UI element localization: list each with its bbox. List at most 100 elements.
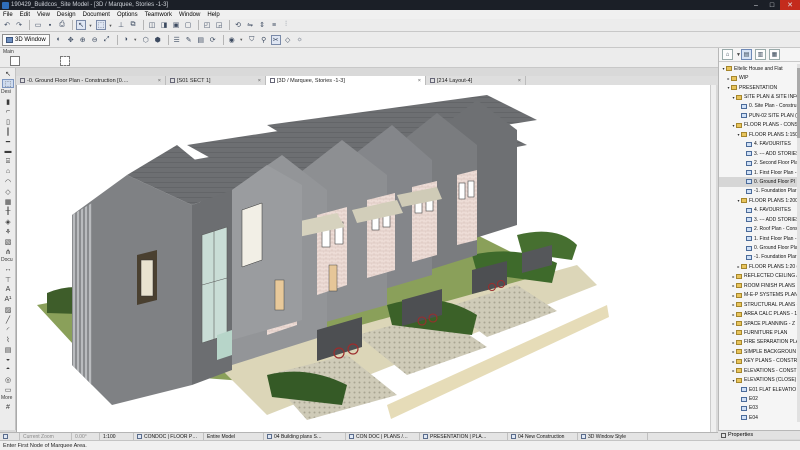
bring-forward-icon[interactable]: ◰ [202, 20, 212, 30]
document-tab[interactable]: [S01 SECT 1] × [166, 76, 266, 85]
marquee-icon[interactable]: ⬚ [96, 20, 106, 30]
camera-icon[interactable]: ◉ [227, 35, 237, 45]
tree-item[interactable]: ▾ ELEVATIONS (CLOSE) [719, 375, 798, 384]
slab-icon[interactable]: ▬ [2, 147, 14, 156]
open-icon[interactable]: ▭ [33, 20, 43, 30]
maximize-button[interactable]: □ [764, 0, 780, 10]
dimension-icon[interactable]: ↔ [2, 265, 14, 274]
section-icon[interactable]: ◒ [2, 355, 14, 364]
roof-icon[interactable]: ⌂ [2, 167, 14, 176]
tree-item[interactable]: ▾ PRESENTATION [719, 83, 798, 92]
ungroup-icon[interactable]: ◨ [159, 20, 169, 30]
tree-item[interactable]: ▸ FLOOR PLANS 1:20 (F [719, 262, 798, 271]
tree-item[interactable]: -1. Foundation Plar [719, 187, 798, 196]
unlock-icon[interactable]: ▢ [183, 20, 193, 30]
minimize-button[interactable]: – [748, 0, 764, 10]
document-tab[interactable]: [3D / Marquee, Stories -1-3] × [266, 76, 426, 85]
tree-item[interactable]: ▸ M-E-P SYSTEMS PLAN [719, 291, 798, 300]
shell-icon[interactable]: ◠ [2, 177, 14, 186]
tree-item[interactable]: ▸ FURNITURE PLAN [719, 328, 798, 337]
redo-icon[interactable]: ↷ [14, 20, 24, 30]
close-button[interactable]: ✕ [780, 0, 800, 10]
pen-set-icon[interactable]: ✎ [184, 35, 194, 45]
wall-icon[interactable]: ▮ [2, 97, 14, 106]
document-tab[interactable]: -0. Ground Floor Plan - Construction [0.… [16, 76, 166, 85]
tree-item[interactable]: ▸ REFLECTED CEILING / [719, 272, 798, 281]
tree-item[interactable]: -1. Foundation Plar [719, 253, 798, 262]
detail-icon[interactable]: ◎ [2, 375, 14, 384]
close-tab-icon[interactable]: × [518, 78, 521, 84]
arc-icon[interactable]: ◜ [2, 325, 14, 334]
menu-help[interactable]: Help [207, 12, 219, 18]
tree-item[interactable]: 0. Ground Floor Pl [719, 177, 798, 187]
group-icon[interactable]: ◫ [147, 20, 157, 30]
tree-item[interactable]: ▾ SITE PLAN & SITE INFO [719, 92, 798, 101]
tree-item[interactable]: 3. --- ADD STORIES [719, 149, 798, 158]
project-map-icon[interactable]: ⌂ [722, 49, 733, 60]
tree-item[interactable]: ▾ FLOOR PLANS - CONSTI [719, 121, 798, 130]
filter-icon[interactable]: ⛉ [247, 35, 257, 45]
mirror-icon[interactable]: ⇋ [245, 20, 255, 30]
tree-item[interactable]: E04 [719, 413, 798, 422]
undo-icon[interactable]: ↶ [2, 20, 12, 30]
tree-item[interactable]: 0. Site Plan - Constru [719, 102, 798, 111]
publisher-sets-icon[interactable]: ▦ [768, 49, 780, 60]
tree-item[interactable]: 0. Ground Floor Pla [719, 243, 798, 252]
marquee-mode-icon[interactable] [60, 56, 70, 66]
shading-icon[interactable]: ◑ [121, 35, 131, 45]
tree-item[interactable]: ▾ FLOOR PLANS 1:200 ( [719, 196, 798, 205]
geometry-method-icon[interactable] [10, 56, 20, 66]
tree-item[interactable]: PUN-02 SITE PLAN (W) [719, 111, 798, 120]
close-tab-icon[interactable]: × [258, 78, 261, 84]
tree-item[interactable]: 1. First Floor Plan - [719, 168, 798, 177]
window-icon[interactable]: ▯ [2, 117, 14, 126]
tree-item[interactable]: 1. First Floor Plan - [719, 234, 798, 243]
tree-item[interactable]: ▸ AREA CALC PLANS - 1 [719, 309, 798, 318]
drawing-icon[interactable]: ▤ [2, 345, 14, 354]
document-tab[interactable]: [214 Layout-4] × [426, 76, 526, 85]
zoom-out-icon[interactable]: ⊖ [90, 35, 100, 45]
grid-icon[interactable]: # [2, 403, 14, 412]
railing-icon[interactable]: ╫ [2, 207, 14, 216]
line-icon[interactable]: ╱ [2, 315, 14, 324]
properties-tab[interactable]: Properties [718, 430, 800, 439]
tree-item[interactable]: 4. FAVOURITES [719, 206, 798, 215]
elevate-icon[interactable]: ⇕ [257, 20, 267, 30]
mesh-icon[interactable]: ⋔ [2, 247, 14, 256]
orbit-icon[interactable]: ◐ [54, 35, 64, 45]
marquee-icon[interactable]: ⬚ [2, 79, 14, 88]
3d-viewport[interactable] [16, 85, 716, 432]
send-backward-icon[interactable]: ◲ [214, 20, 224, 30]
zone-icon[interactable]: ▧ [2, 237, 14, 246]
sun-icon[interactable]: ☼ [295, 35, 305, 45]
tree-item[interactable]: 4. FAVOURITES [719, 140, 798, 149]
text-icon[interactable]: A [2, 285, 14, 294]
tree-item[interactable]: ▸ KEY PLANS - CONSTRI [719, 357, 798, 366]
menu-design[interactable]: Design [57, 12, 76, 18]
menu-view[interactable]: View [37, 12, 50, 18]
menu-options[interactable]: Options [117, 12, 138, 18]
section-plane-icon[interactable]: ◇ [283, 35, 293, 45]
rotate-icon[interactable]: ⟲ [233, 20, 243, 30]
chevron-down-icon[interactable]: ▼ [108, 20, 113, 30]
cutaway-icon[interactable]: ✂ [270, 34, 281, 45]
view-map-icon[interactable]: ▤ [740, 49, 752, 60]
level-icon[interactable]: ⊤ [2, 275, 14, 284]
renovation-icon[interactable]: ⟳ [208, 35, 218, 45]
tree-item[interactable]: E01 FLAT ELEVATIO [719, 385, 798, 394]
tree-item[interactable]: 2. Roof Plan - Cons [719, 224, 798, 233]
gravity-icon[interactable]: ⊥ [116, 20, 126, 30]
tree-item[interactable]: ▾ FLOOR PLANS 1:150 ( [719, 130, 798, 139]
menu-edit[interactable]: Edit [20, 12, 30, 18]
stair-icon[interactable]: ⌸ [2, 157, 14, 166]
tree-item[interactable]: ▸ WIP [719, 73, 798, 82]
menu-teamwork[interactable]: Teamwork [145, 12, 172, 18]
3d-window-button[interactable]: 3D Window [2, 33, 50, 46]
column-icon[interactable]: ┃ [2, 127, 14, 136]
worksheet-icon[interactable]: ▭ [2, 385, 14, 394]
tree-item[interactable]: 2. Second Floor Pla [719, 158, 798, 167]
tree-item[interactable]: ▸ FIRE SEPARATION PLA [719, 338, 798, 347]
beam-icon[interactable]: ━ [2, 137, 14, 146]
close-tab-icon[interactable]: × [158, 78, 161, 84]
tree-item[interactable]: E03 [719, 404, 798, 413]
